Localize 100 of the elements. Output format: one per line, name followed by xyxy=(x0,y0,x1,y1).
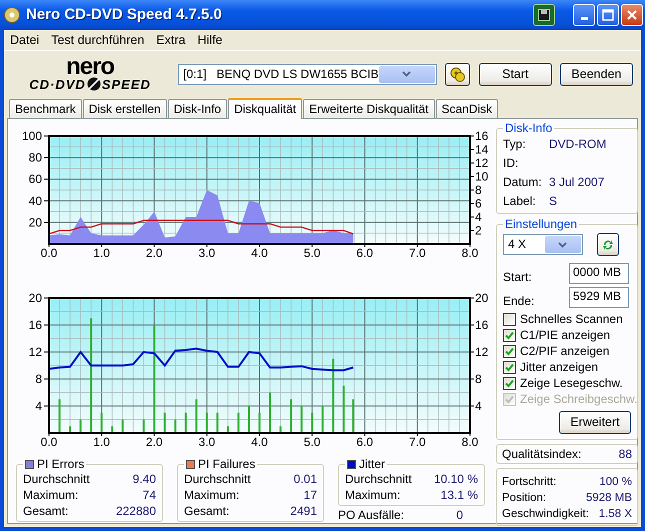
y2-tick-label: 8 xyxy=(475,372,482,386)
pif-bar xyxy=(290,399,292,433)
y2-tick-label: 8 xyxy=(475,183,482,197)
y-tick-label: 4 xyxy=(35,399,42,413)
pif-bar xyxy=(184,412,187,433)
checkbox[interactable] xyxy=(503,376,516,390)
pif-bar xyxy=(195,399,198,433)
y2-tick-label: 16 xyxy=(475,318,488,332)
info-label: Typ: xyxy=(503,137,527,152)
info-value: S xyxy=(549,194,558,209)
checkbox[interactable] xyxy=(503,344,516,358)
pif-bar xyxy=(280,426,282,433)
x-tick-label: 7.0 xyxy=(409,435,426,449)
stat-label: Durchschnitt xyxy=(23,472,90,486)
y-tick-label: 16 xyxy=(28,318,42,332)
info-value: 1.58 X xyxy=(598,508,632,522)
y2-tick-label: 12 xyxy=(475,345,488,359)
stat-value: 10.10 % xyxy=(434,472,478,486)
x-tick-label: 8.0 xyxy=(462,246,478,260)
text-field[interactable]: 0000 MB xyxy=(569,263,629,284)
info-label: Fortschritt: xyxy=(502,476,556,490)
x-tick-label: 4.0 xyxy=(251,435,268,449)
tab[interactable]: ScanDisk xyxy=(436,99,498,118)
pif-bar xyxy=(69,426,72,433)
pif-bar xyxy=(237,412,240,433)
y2-tick-label: 4 xyxy=(475,399,482,413)
exit-button[interactable]: Beenden xyxy=(560,62,634,86)
pif-bar xyxy=(322,406,324,433)
stat-value: 74 xyxy=(142,488,156,502)
gear-icon xyxy=(448,66,466,82)
y-tick-label: 12 xyxy=(28,345,42,359)
window-title: Nero CD-DVD Speed 4.7.5.0 xyxy=(26,6,223,24)
pif-bar xyxy=(269,392,272,433)
save-button[interactable] xyxy=(533,4,555,26)
menu-item[interactable]: Extra xyxy=(156,32,186,48)
refresh-button[interactable] xyxy=(597,233,619,256)
menu-item[interactable]: Hilfe xyxy=(197,32,222,48)
y-tick-label: 20 xyxy=(28,215,42,230)
drive-select[interactable]: [0:1] BENQ DVD LS DW1655 BCIB xyxy=(178,64,438,84)
pif-bar xyxy=(58,399,61,433)
y2-tick-label: 6 xyxy=(475,196,482,210)
text-field[interactable]: 5929 MB xyxy=(569,287,629,308)
tab[interactable]: Erweiterte Diskqualität xyxy=(303,99,434,118)
y2-tick-label: 20 xyxy=(475,291,488,305)
x-tick-label: 6.0 xyxy=(356,435,374,449)
slashed-disc-icon xyxy=(86,77,102,91)
y2-tick-label: 2 xyxy=(475,224,482,238)
close-button[interactable] xyxy=(621,4,643,26)
field-label: Start: xyxy=(503,270,532,284)
y2-tick-label: 14 xyxy=(475,142,488,156)
pif-bar xyxy=(111,426,114,433)
y-tick-label: 100 xyxy=(22,129,42,143)
stat-label: Gesamt: xyxy=(184,504,230,518)
pif-bar xyxy=(142,420,145,433)
tab[interactable]: Diskqualität xyxy=(228,98,302,119)
y-tick-label: 8 xyxy=(35,372,42,386)
y-tick-label: 20 xyxy=(28,291,42,305)
stat-label: PO Ausfälle: xyxy=(338,508,404,522)
x-tick-label: 0.0 xyxy=(40,435,58,449)
y2-tick-label: 4 xyxy=(475,210,482,224)
checkbox[interactable] xyxy=(503,360,516,374)
pif-bar xyxy=(248,406,250,433)
menu-item[interactable]: Datei xyxy=(10,32,40,48)
maximize-button[interactable] xyxy=(597,4,619,26)
pif-bar xyxy=(216,412,218,433)
advanced-button[interactable]: Erweitert xyxy=(559,411,631,434)
x-tick-label: 5.0 xyxy=(304,246,320,260)
app-icon xyxy=(4,7,20,23)
pif-bar xyxy=(80,420,82,433)
stat-label: Durchschnitt xyxy=(184,472,251,486)
menu-item[interactable]: Test durchführen xyxy=(51,32,144,48)
stat-value: 17 xyxy=(304,488,317,502)
stat-value: 0 xyxy=(456,508,463,522)
group-title: PI Failures xyxy=(198,458,256,471)
info-label: Geschwindigkeit: xyxy=(502,508,589,522)
info-label: Label: xyxy=(503,194,537,209)
y-tick-label: 60 xyxy=(28,172,42,186)
pif-bar xyxy=(226,426,229,433)
info-value: DVD-ROM xyxy=(549,137,606,152)
y-tick-label: 40 xyxy=(28,194,42,208)
stat-label: Maximum: xyxy=(23,488,78,502)
tab[interactable]: Disk-Info xyxy=(168,99,228,118)
minimize-button[interactable] xyxy=(573,4,595,26)
x-tick-label: 1.0 xyxy=(93,246,110,260)
checkbox-label: Zeige Lesegeschw. xyxy=(520,376,623,390)
stat-value: 2491 xyxy=(290,504,317,518)
stat-value: 9.40 xyxy=(132,472,156,486)
info-value: 88 xyxy=(618,447,632,462)
group-title: Einstellungen xyxy=(504,218,578,231)
info-label: Datum: xyxy=(503,175,543,190)
speed-select[interactable]: 4 X xyxy=(503,234,583,255)
checkbox[interactable] xyxy=(503,328,516,342)
tab[interactable]: Disk erstellen xyxy=(82,99,167,118)
start-button[interactable]: Start xyxy=(478,62,552,86)
pif-bar xyxy=(174,420,176,433)
checkbox[interactable] xyxy=(503,312,516,326)
refresh-icon xyxy=(601,238,615,252)
tab[interactable]: Benchmark xyxy=(9,99,82,118)
drive-settings-button[interactable] xyxy=(445,62,470,86)
group-title: Jitter xyxy=(359,458,386,471)
